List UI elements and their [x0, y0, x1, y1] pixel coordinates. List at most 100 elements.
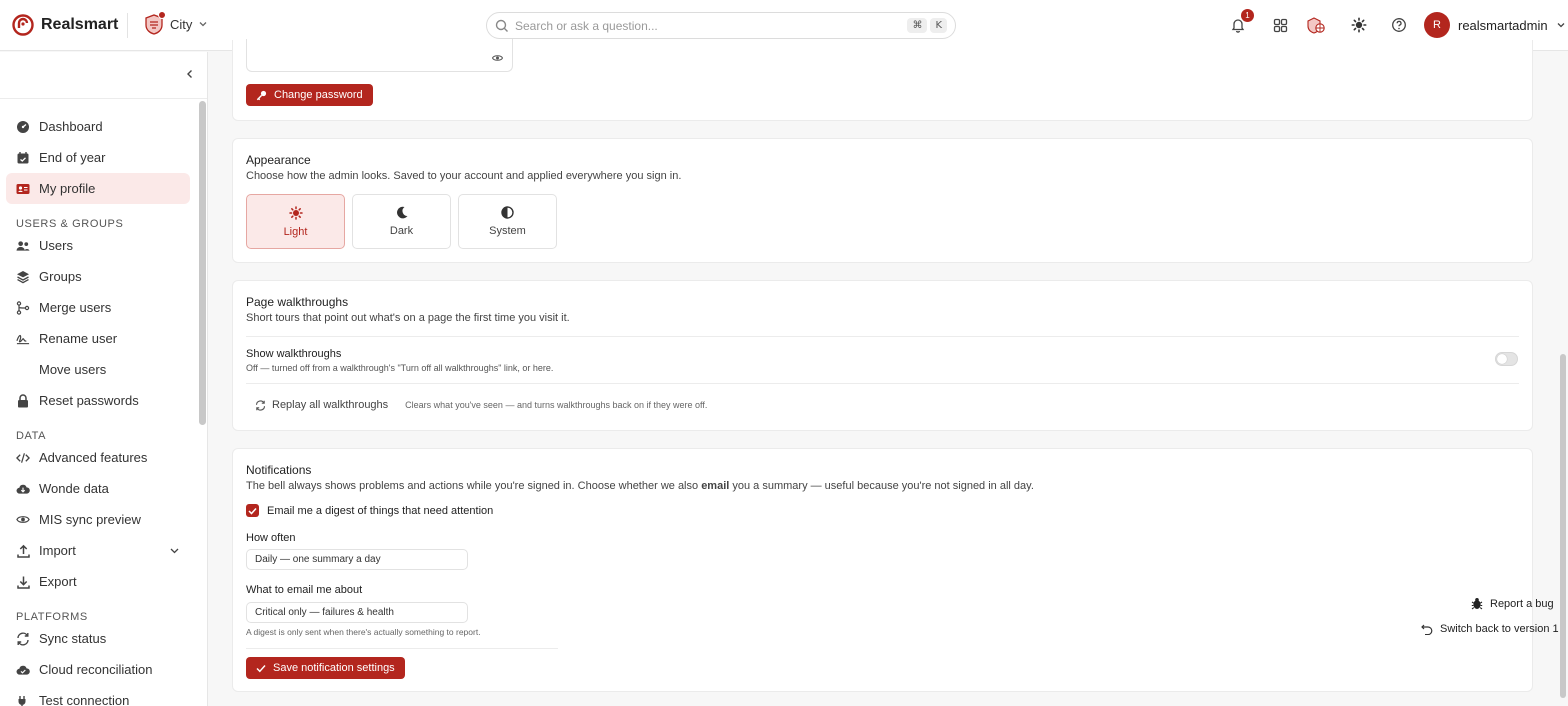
topic-select[interactable]: Critical only — failures & health [246, 602, 468, 623]
report-bug-button[interactable]: Report a bug [1471, 597, 1554, 610]
code-icon [16, 451, 30, 465]
check-icon [256, 664, 266, 673]
walkthroughs-card: Page walkthroughs Short tours that point… [232, 280, 1533, 431]
save-notification-settings-button[interactable]: Save notification settings [246, 657, 405, 679]
eye-icon [16, 513, 30, 527]
shortcut-key-k: K [930, 18, 947, 33]
shortcut-key-cmd: ⌘ [907, 18, 928, 33]
digest-footnote: A digest is only sent when there's actua… [246, 627, 481, 637]
digest-label: Email me a digest of things that need at… [267, 505, 494, 517]
search-input[interactable] [515, 18, 905, 33]
sidebar-item-reset-passwords[interactable]: Reset passwords [6, 385, 190, 416]
sidebar-item-my-profile[interactable]: My profile [6, 173, 190, 204]
switch-version-button[interactable]: Switch back to version 1 [1421, 623, 1559, 635]
school-web-button[interactable] [1306, 15, 1326, 35]
sidebar-item-label: MIS sync preview [39, 512, 141, 527]
sidebar-item-label: My profile [39, 181, 96, 196]
grid-icon [1273, 18, 1288, 33]
sidebar: Dashboard End of year My profile USERS &… [0, 52, 208, 706]
sidebar-nav: Dashboard End of year My profile USERS &… [6, 111, 190, 706]
sidebar-item-merge-users[interactable]: Merge users [6, 292, 190, 323]
school-switcher[interactable]: City [144, 11, 208, 35]
notifications-card: Notifications The bell always shows prob… [232, 448, 1533, 692]
sidebar-item-rename-user[interactable]: Rename user [6, 323, 190, 354]
sync-icon [16, 631, 30, 646]
eye-icon[interactable] [492, 54, 503, 62]
password-field[interactable] [246, 39, 513, 72]
sidebar-item-test-connection[interactable]: Test connection [6, 685, 190, 706]
divider [246, 383, 1519, 384]
calendar-check-icon [16, 151, 30, 165]
frequency-select[interactable]: Daily — one summary a day [246, 549, 468, 570]
notifications-button[interactable]: 1 [1228, 9, 1254, 35]
school-globe-icon [1306, 16, 1326, 34]
sidebar-item-groups[interactable]: Groups [6, 261, 190, 292]
brand-name: Realsmart [41, 16, 119, 33]
replay-walkthroughs-label: Replay all walkthroughs [272, 399, 389, 411]
sidebar-scrollbar[interactable] [199, 101, 206, 425]
theme-option-light[interactable]: Light [246, 194, 345, 249]
sidebar-item-sync-status[interactable]: Sync status [6, 623, 190, 654]
blank-icon [16, 363, 30, 377]
change-password-button[interactable]: Change password [246, 84, 373, 106]
download-icon [16, 575, 30, 589]
sidebar-item-import[interactable]: Import [6, 535, 190, 566]
sidebar-item-wonde-data[interactable]: Wonde data [6, 473, 190, 504]
section-platforms: PLATFORMS [16, 611, 88, 623]
sidebar-item-end-of-year[interactable]: End of year [6, 142, 190, 173]
sidebar-item-users[interactable]: Users [6, 230, 190, 261]
report-bug-label: Report a bug [1490, 597, 1554, 610]
sidebar-item-label: Cloud reconciliation [39, 662, 153, 677]
theme-option-label: System [489, 225, 526, 237]
theme-button[interactable] [1349, 15, 1369, 35]
gauge-icon [16, 120, 30, 134]
main-scrollbar[interactable] [1560, 354, 1566, 698]
lock-icon [16, 393, 30, 408]
sun-icon [288, 205, 303, 220]
sidebar-item-label: Test connection [39, 693, 130, 706]
sidebar-item-label: End of year [39, 150, 106, 165]
sidebar-item-advanced-features[interactable]: Advanced features [6, 442, 190, 473]
apps-button[interactable] [1270, 15, 1290, 35]
section-users-groups: USERS & GROUPS [16, 218, 124, 230]
password-card: Change password [232, 39, 1533, 121]
sidebar-item-dashboard[interactable]: Dashboard [6, 111, 190, 142]
appearance-subtitle: Choose how the admin looks. Saved to you… [246, 170, 682, 182]
notifications-title: Notifications [246, 463, 312, 477]
switch-version-label: Switch back to version 1 [1440, 623, 1559, 635]
help-button[interactable] [1389, 15, 1409, 35]
layers-icon [16, 270, 30, 284]
header-divider [127, 13, 128, 38]
users-icon [16, 239, 30, 253]
search-bar: ⌘ K [486, 12, 956, 39]
theme-option-system[interactable]: System [458, 194, 557, 249]
sidebar-item-export[interactable]: Export [6, 566, 190, 597]
sidebar-divider [0, 98, 207, 99]
username: realsmartadmin [1458, 17, 1548, 33]
upload-icon [16, 544, 30, 558]
user-menu[interactable]: R realsmartadmin [1424, 12, 1566, 38]
subtitle-text: The bell always shows problems and actio… [246, 480, 702, 492]
show-walkthroughs-toggle[interactable] [1495, 352, 1518, 366]
signature-icon [16, 332, 30, 346]
brand[interactable]: Realsmart [12, 14, 118, 36]
theme-option-dark[interactable]: Dark [352, 194, 451, 249]
sidebar-item-label: Merge users [39, 300, 112, 315]
school-crest-icon [144, 11, 166, 35]
school-name: City [170, 16, 193, 32]
notification-badge: 1 [1241, 9, 1254, 22]
sidebar-item-mis-sync-preview[interactable]: MIS sync preview [6, 504, 190, 535]
appearance-card: Appearance Choose how the admin looks. S… [232, 138, 1533, 263]
divider [246, 648, 558, 649]
sidebar-item-label: Groups [39, 269, 82, 284]
topic-label: What to email me about [246, 584, 363, 596]
sidebar-item-label: Export [39, 574, 77, 589]
replay-walkthroughs-button[interactable]: Replay all walkthroughs Clears what you'… [255, 399, 707, 411]
collapse-sidebar-button[interactable] [184, 68, 196, 80]
sidebar-item-cloud-reconciliation[interactable]: Cloud reconciliation [6, 654, 190, 685]
theme-option-label: Dark [389, 225, 414, 237]
sidebar-item-move-users[interactable]: Move users [6, 354, 190, 385]
undo-icon [1421, 623, 1433, 635]
check-icon [248, 507, 257, 515]
digest-checkbox[interactable] [246, 504, 259, 517]
